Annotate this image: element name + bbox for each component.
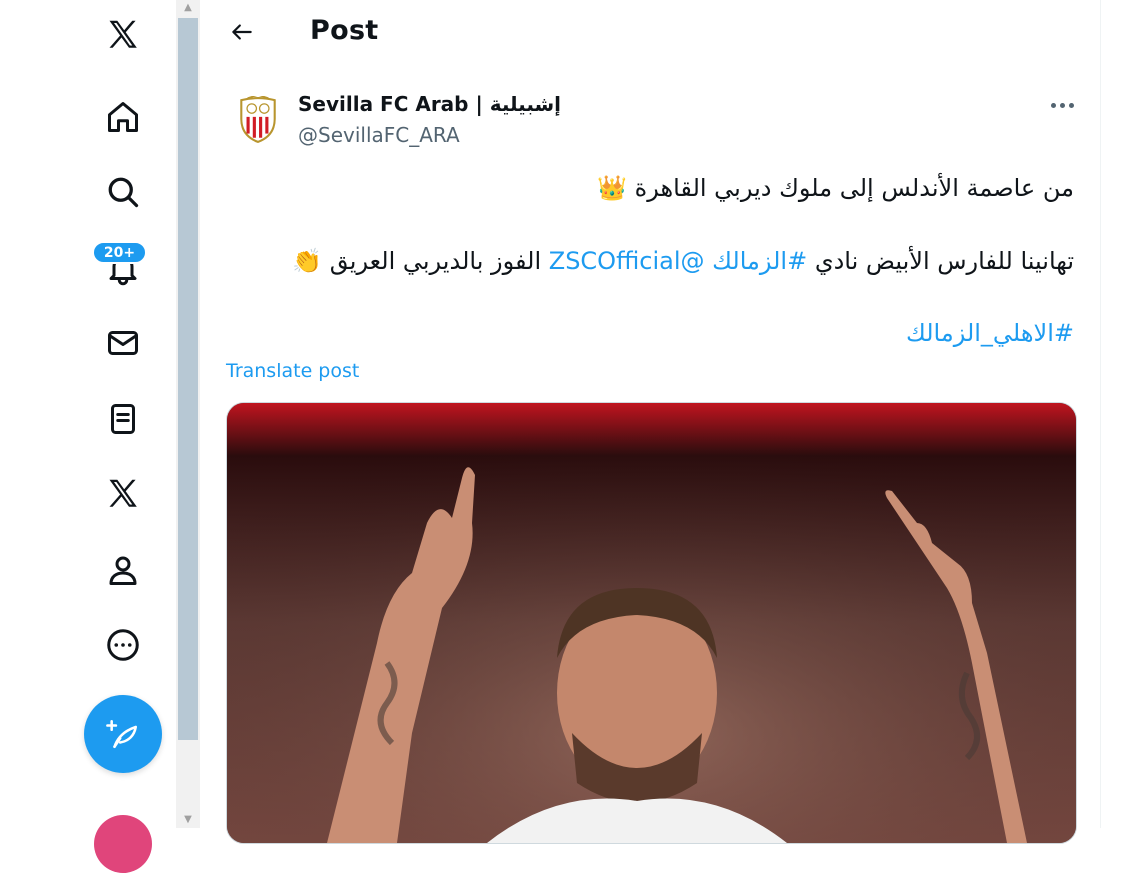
more-options-circle-icon[interactable] — [96, 618, 150, 672]
lists-icon[interactable] — [96, 392, 150, 446]
author-display-name[interactable]: Sevilla FC Arab | إشبيلية — [298, 92, 561, 116]
author-avatar[interactable] — [230, 92, 286, 148]
post-text-line-1: من عاصمة الأندلس إلى ملوك ديربي القاهرة … — [597, 174, 1074, 202]
back-arrow-icon — [232, 24, 252, 40]
author-handle[interactable]: @SevillaFC_ARA — [298, 123, 460, 147]
sevilla-crest-icon — [240, 96, 276, 144]
dot-icon — [1059, 102, 1065, 108]
post-text-line-3: #الاهلي_الزمالك — [906, 319, 1074, 347]
post-image[interactable] — [226, 402, 1077, 844]
notifications-badge: 20+ — [92, 241, 147, 264]
x-logo-icon[interactable] — [96, 8, 150, 62]
profile-icon[interactable] — [96, 543, 150, 597]
dot-icon — [1068, 102, 1074, 108]
feather-plus-icon — [106, 719, 138, 749]
scrollbar-thumb[interactable] — [178, 18, 198, 740]
home-icon[interactable] — [96, 90, 150, 144]
messages-mail-icon[interactable] — [96, 316, 150, 370]
post-text-segment: تهانينا للفارس الأبيض نادي — [807, 247, 1074, 275]
left-navigation: 20+ — [0, 0, 176, 873]
post-text-line-2: تهانينا للفارس الأبيض نادي #الزمالك @ZSC… — [292, 247, 1074, 275]
hashtag-link[interactable]: #الزمالك — [712, 247, 807, 275]
player-celebration-image — [227, 403, 1076, 843]
back-button[interactable] — [224, 14, 260, 50]
compose-post-button[interactable] — [84, 695, 162, 773]
scroll-up-arrow-icon[interactable]: ▲ — [176, 0, 200, 16]
account-avatar[interactable] — [94, 815, 152, 873]
scrollbar[interactable]: ▲ ▼ — [176, 0, 200, 828]
translate-post-link[interactable]: Translate post — [226, 360, 359, 382]
scroll-down-arrow-icon[interactable]: ▼ — [176, 812, 200, 828]
main-column: Post Sevilla FC Arab | إشبيلية @SevillaF… — [200, 0, 1101, 844]
header: Post — [200, 0, 1100, 66]
post-text-segment: الفوز بالديربي العريق 👏 — [292, 247, 549, 275]
search-icon[interactable] — [96, 165, 150, 219]
post-more-options-button[interactable] — [1042, 90, 1082, 120]
page-title: Post — [310, 15, 379, 46]
premium-x-icon[interactable] — [96, 467, 150, 521]
hashtag-link[interactable]: #الاهلي_الزمالك — [906, 319, 1074, 347]
dot-icon — [1050, 102, 1056, 108]
mention-link[interactable]: @ZSCOfficial — [549, 247, 705, 275]
